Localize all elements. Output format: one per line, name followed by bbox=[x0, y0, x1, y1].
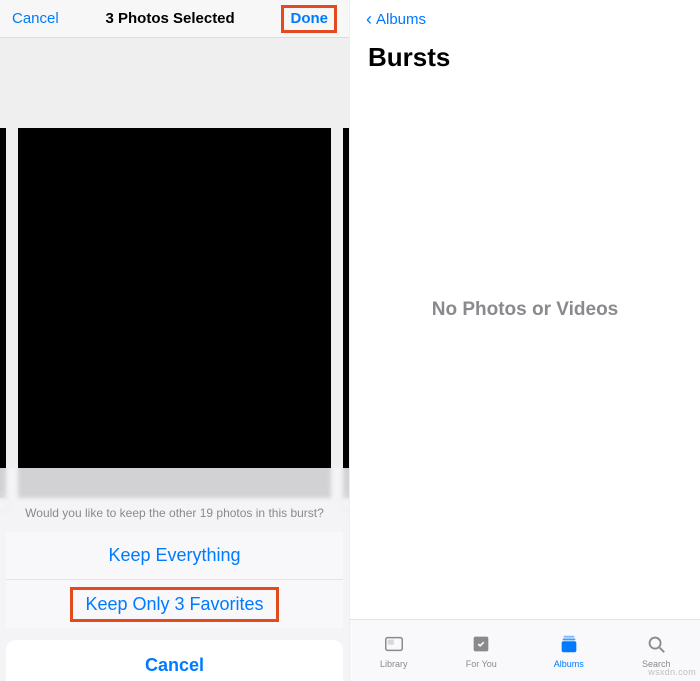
action-sheet-cancel-button[interactable]: Cancel bbox=[6, 640, 343, 681]
action-sheet-cancel-label: Cancel bbox=[145, 655, 204, 676]
tab-library-label: Library bbox=[380, 659, 408, 669]
burst-photo-next[interactable] bbox=[343, 128, 349, 498]
keep-favorites-button[interactable]: Keep Only 3 Favorites bbox=[6, 580, 343, 628]
keep-favorites-label: Keep Only 3 Favorites bbox=[85, 594, 263, 614]
burst-photo-current[interactable] bbox=[18, 128, 331, 498]
keep-everything-button[interactable]: Keep Everything bbox=[6, 532, 343, 580]
action-sheet-prompt: Would you like to keep the other 19 phot… bbox=[6, 506, 343, 520]
tab-albums-label: Albums bbox=[554, 659, 584, 669]
cancel-button[interactable]: Cancel bbox=[12, 10, 59, 27]
tab-for-you-label: For You bbox=[466, 659, 497, 669]
keep-favorites-highlight: Keep Only 3 Favorites bbox=[70, 587, 278, 622]
for-you-icon bbox=[469, 633, 493, 657]
search-icon bbox=[644, 633, 668, 657]
navbar: Cancel 3 Photos Selected Done bbox=[0, 0, 349, 38]
empty-state: No Photos or Videos bbox=[350, 0, 700, 619]
done-button-highlight: Done bbox=[281, 5, 337, 33]
bursts-album-screen: ‹ Albums Bursts No Photos or Videos Libr… bbox=[350, 0, 700, 681]
photo-viewer: Would you like to keep the other 19 phot… bbox=[0, 38, 349, 681]
burst-photo-strip[interactable] bbox=[0, 128, 349, 498]
empty-state-label: No Photos or Videos bbox=[432, 299, 619, 321]
watermark: wsxdn.com bbox=[648, 667, 696, 677]
navbar-title: 3 Photos Selected bbox=[105, 10, 234, 27]
tab-albums[interactable]: Albums bbox=[525, 620, 613, 681]
burst-photo-prev[interactable] bbox=[0, 128, 6, 498]
albums-icon bbox=[557, 633, 581, 657]
done-button[interactable]: Done bbox=[290, 10, 328, 27]
library-icon bbox=[382, 633, 406, 657]
keep-everything-label: Keep Everything bbox=[108, 545, 240, 566]
tab-for-you[interactable]: For You bbox=[438, 620, 526, 681]
burst-selection-screen: Cancel 3 Photos Selected Done Would you … bbox=[0, 0, 350, 681]
tab-library[interactable]: Library bbox=[350, 620, 438, 681]
